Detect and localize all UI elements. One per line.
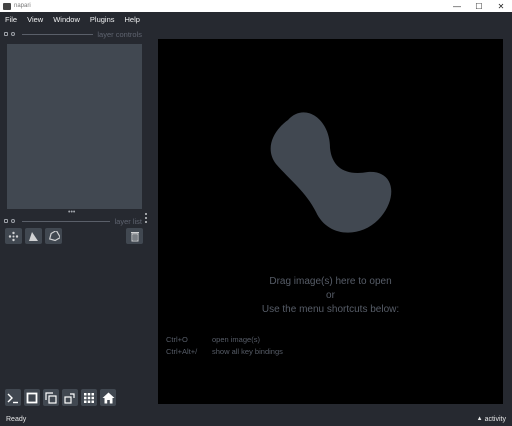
layer-list-label: layer list (114, 216, 142, 226)
grid-icon (84, 392, 94, 403)
shortcut-row: Ctrl+O open image(s) (166, 335, 260, 344)
new-shapes-button[interactable] (25, 228, 42, 244)
dock-float-icon[interactable] (11, 219, 15, 223)
layer-controls-panel (7, 44, 142, 209)
menu-window[interactable]: Window (53, 15, 80, 24)
welcome-line-or: or (326, 290, 335, 301)
menu-file[interactable]: File (5, 15, 17, 24)
window-title: napari (14, 3, 31, 9)
napari-app-icon (3, 2, 11, 10)
ndisplay-button[interactable] (24, 389, 40, 406)
square-icon (26, 392, 38, 403)
panel-splitter-handle[interactable]: ••• (68, 209, 75, 216)
layer-controls-label: layer controls (97, 29, 142, 39)
status-bar: Ready ▲ activity (0, 412, 512, 426)
close-button[interactable]: ✕ (490, 0, 512, 12)
shortcut-row: Ctrl+Alt+/ show all key bindings (166, 347, 283, 356)
window-controls: — ☐ ✕ (446, 0, 512, 12)
minimize-button[interactable]: — (446, 0, 468, 12)
layer-list-header: layer list (4, 216, 156, 226)
window-titlebar: napari — ☐ ✕ (0, 0, 512, 12)
shortcut-action: show all key bindings (212, 347, 283, 356)
home-button[interactable] (100, 389, 116, 406)
shortcut-key: Ctrl+O (166, 335, 188, 344)
console-button[interactable] (5, 389, 21, 406)
points-icon (8, 231, 19, 241)
new-labels-button[interactable] (45, 228, 62, 244)
menu-help[interactable]: Help (125, 15, 140, 24)
caret-up-icon: ▲ (476, 416, 483, 422)
labels-icon (48, 230, 60, 241)
layer-controls-header: layer controls (4, 29, 156, 39)
welcome-line-drag: Drag image(s) here to open (269, 276, 392, 287)
layer-list-menu-icon[interactable] (145, 213, 148, 223)
menu-view[interactable]: View (27, 15, 43, 24)
shapes-icon (29, 231, 38, 241)
grid-view-button[interactable] (81, 389, 97, 406)
console-icon (7, 393, 18, 403)
new-points-button[interactable] (5, 228, 22, 244)
dock-float-icon[interactable] (11, 32, 15, 36)
welcome-line-shortcuts: Use the menu shortcuts below: (261, 304, 400, 315)
transpose-icon (64, 392, 75, 404)
viewer-canvas[interactable]: Drag image(s) here to open or Use the me… (158, 39, 503, 404)
status-text: Ready (6, 415, 27, 423)
activity-button[interactable]: ▲ activity (477, 416, 506, 423)
delete-layer-button[interactable] (126, 228, 143, 244)
trash-icon (130, 231, 139, 241)
menu-bar: File View Window Plugins Help (0, 12, 512, 27)
dock-grip-line[interactable] (22, 220, 111, 222)
dock-grip-line[interactable] (22, 33, 94, 35)
napari-logo-icon (270, 112, 392, 233)
maximize-button[interactable]: ☐ (468, 0, 490, 12)
activity-label: activity (484, 415, 506, 423)
home-icon (102, 392, 114, 403)
roll-dims-button[interactable] (43, 389, 59, 406)
dock-close-icon[interactable] (4, 219, 8, 223)
roll-icon (45, 391, 57, 404)
menu-plugins[interactable]: Plugins (90, 15, 115, 24)
transpose-dims-button[interactable] (62, 389, 78, 406)
shortcut-key: Ctrl+Alt+/ (166, 347, 198, 356)
dock-close-icon[interactable] (4, 32, 8, 36)
shortcut-action: open image(s) (212, 335, 260, 344)
